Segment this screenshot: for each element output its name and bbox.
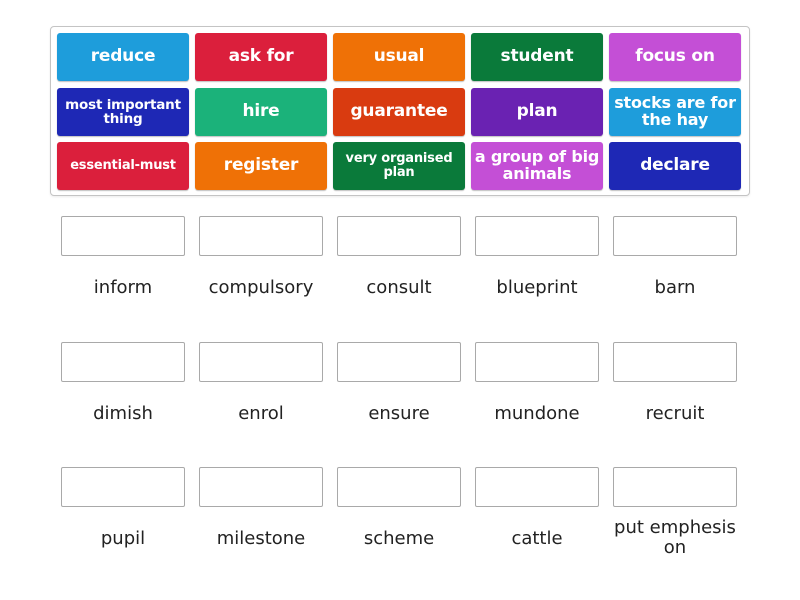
draggable-tile[interactable]: reduce xyxy=(57,33,189,81)
tile-label: plan xyxy=(516,101,558,122)
drop-slot[interactable] xyxy=(613,216,737,256)
target-label: compulsory xyxy=(208,277,314,298)
tile-label: register xyxy=(223,155,299,176)
draggable-tile[interactable]: focus on xyxy=(609,33,741,81)
drop-slot[interactable] xyxy=(613,342,737,382)
tile-label: declare xyxy=(640,155,710,176)
drop-slot[interactable] xyxy=(61,342,185,382)
draggable-tile[interactable]: a group of big animals xyxy=(471,142,603,190)
target-label: dimish xyxy=(93,403,153,424)
tile-label: usual xyxy=(373,46,425,67)
drop-slot[interactable] xyxy=(337,342,461,382)
tile-label: stocks are for the hay xyxy=(614,93,736,129)
drop-slot[interactable] xyxy=(337,216,461,256)
tile-label: focus on xyxy=(635,46,715,67)
drop-slot[interactable] xyxy=(475,216,599,256)
draggable-tile[interactable]: ask for xyxy=(195,33,327,81)
tile-label: reduce xyxy=(90,46,156,67)
draggable-tile[interactable]: register xyxy=(195,142,327,190)
drop-slot[interactable] xyxy=(61,216,185,256)
drop-slot[interactable] xyxy=(475,467,599,507)
draggable-tile[interactable]: stocks are for the hay xyxy=(609,88,741,136)
drop-slot[interactable] xyxy=(199,467,323,507)
target-label: scheme xyxy=(363,528,435,549)
draggable-tile[interactable]: student xyxy=(471,33,603,81)
tile-label: a group of big animals xyxy=(474,147,600,183)
draggable-tile[interactable]: usual xyxy=(333,33,465,81)
target-label: inform xyxy=(93,277,153,298)
drop-slot[interactable] xyxy=(199,216,323,256)
draggable-tile[interactable]: hire xyxy=(195,88,327,136)
draggable-tile[interactable]: guarantee xyxy=(333,88,465,136)
tile-label: very organised plan xyxy=(345,151,453,180)
target-label: ensure xyxy=(368,403,430,424)
drop-slot[interactable] xyxy=(199,342,323,382)
drop-slot[interactable] xyxy=(61,467,185,507)
target-label: put emphesis on xyxy=(614,517,736,558)
draggable-tile[interactable]: most important thing xyxy=(57,88,189,136)
target-label: milestone xyxy=(216,528,306,549)
draggable-tile[interactable]: declare xyxy=(609,142,741,190)
target-label: barn xyxy=(654,277,696,298)
tile-label: essential-must xyxy=(70,158,176,174)
drop-slot[interactable] xyxy=(337,467,461,507)
tile-label: most important thing xyxy=(65,96,181,127)
target-label: mundone xyxy=(494,403,580,424)
tile-label: hire xyxy=(242,101,280,122)
draggable-tile[interactable]: very organised plan xyxy=(333,142,465,190)
target-label: enrol xyxy=(238,403,284,424)
drop-slot[interactable] xyxy=(613,467,737,507)
target-label: pupil xyxy=(100,528,146,549)
drop-slot[interactable] xyxy=(475,342,599,382)
draggable-tile[interactable]: plan xyxy=(471,88,603,136)
tile-label: guarantee xyxy=(350,101,448,122)
draggable-tile[interactable]: essential-must xyxy=(57,142,189,190)
tile-label: student xyxy=(500,46,574,67)
target-label: consult xyxy=(366,277,432,298)
target-label: recruit xyxy=(645,403,705,424)
target-label: cattle xyxy=(511,528,563,549)
target-label: blueprint xyxy=(496,277,578,298)
tile-label: ask for xyxy=(228,46,294,67)
